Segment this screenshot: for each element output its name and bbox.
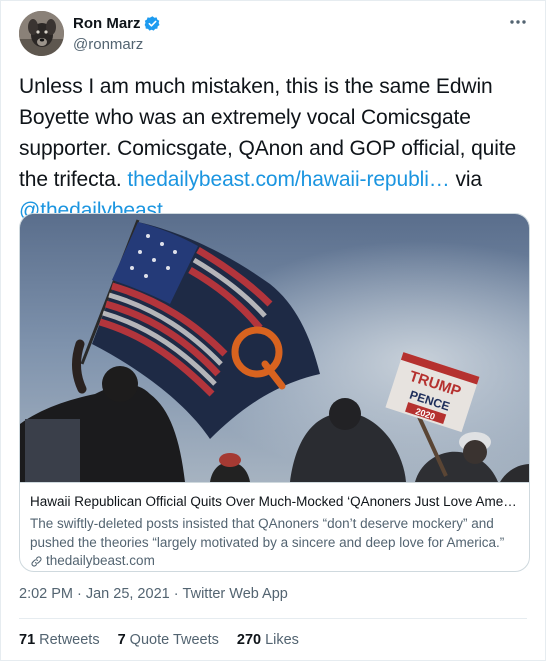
retweets-stat[interactable]: 71 Retweets (19, 632, 100, 648)
card-image[interactable]: TRUMP PENCE 2020 (20, 214, 530, 482)
more-options-button[interactable] (507, 13, 529, 31)
meta-separator: · (173, 586, 179, 602)
quote-tweets-stat[interactable]: 7 Quote Tweets (118, 632, 219, 648)
card-body: Hawaii Republican Official Quits Over Mu… (20, 482, 529, 571)
likes-stat[interactable]: 270 Likes (237, 632, 299, 648)
tweet-meta: 2:02 PM · Jan 25, 2021 · Twitter Web App (19, 586, 288, 602)
author-block: Ron Marz @ronmarz (73, 13, 161, 53)
tweet-date[interactable]: Jan 25, 2021 (86, 586, 170, 602)
quote-tweets-count: 7 (117, 632, 126, 648)
link-icon (30, 555, 43, 568)
likes-count: 270 (236, 632, 262, 648)
link-card[interactable]: TRUMP PENCE 2020 Hawaii Republican Offic… (19, 213, 530, 572)
tweet-time[interactable]: 2:02 PM (19, 586, 73, 602)
card-domain-text: thedailybeast.com (46, 553, 155, 568)
retweets-label: Retweets (39, 632, 100, 648)
verified-badge-icon (144, 15, 161, 32)
tweet-via: via (449, 168, 482, 191)
retweets-count: 71 (19, 632, 36, 648)
avatar-dog-image (19, 11, 64, 56)
author-display-name[interactable]: Ron Marz (73, 15, 141, 32)
tweet-source-app[interactable]: Twitter Web App (183, 586, 288, 602)
avatar[interactable] (19, 11, 64, 56)
tweet-link[interactable]: thedailybeast.com/hawaii-republi… (127, 168, 449, 191)
quote-tweets-label: Quote Tweets (129, 632, 219, 648)
card-domain: thedailybeast.com (30, 552, 521, 570)
likes-label: Likes (265, 632, 299, 648)
tweet: Ron Marz @ronmarz Unless I am much mista… (0, 0, 546, 661)
card-description: The swiftly-deleted posts insisted that … (30, 516, 505, 550)
tweet-stats: 71 Retweets 7 Quote Tweets 270 Likes (19, 632, 299, 648)
more-dots-icon (510, 20, 526, 24)
divider (19, 618, 527, 619)
author-handle[interactable]: @ronmarz (73, 36, 161, 53)
meta-separator: · (77, 586, 82, 602)
card-title: Hawaii Republican Official Quits Over Mu… (30, 494, 521, 509)
tweet-text: Unless I am much mistaken, this is the s… (19, 71, 524, 226)
